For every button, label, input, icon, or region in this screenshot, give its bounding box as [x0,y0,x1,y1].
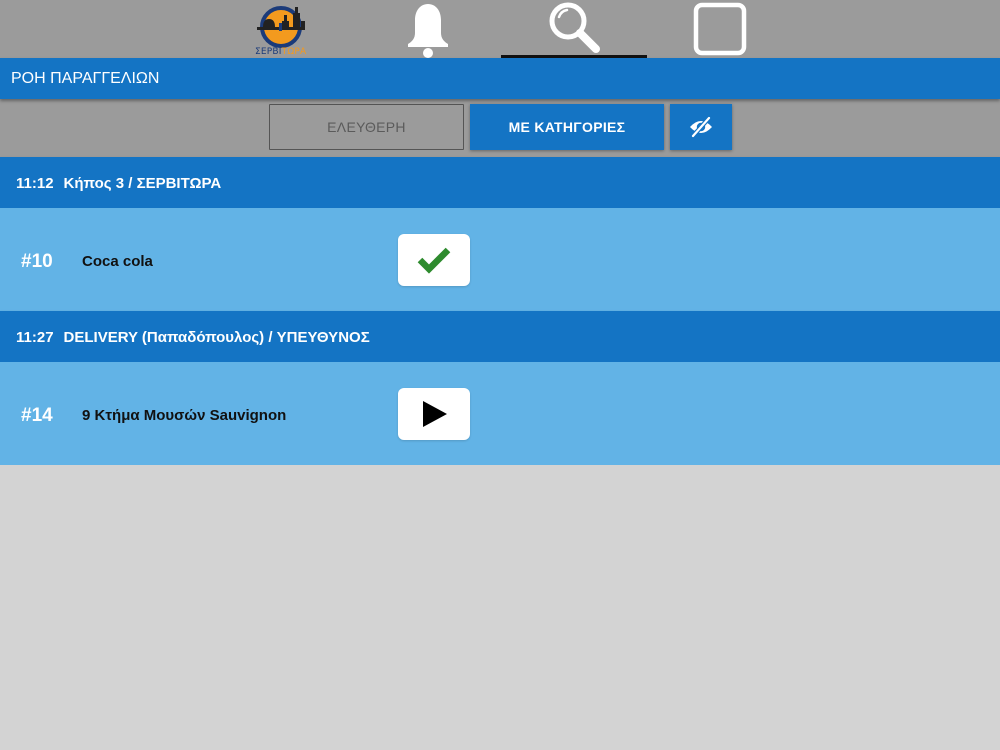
item-name: 9 Κτήμα Μουσών Sauvignon [82,407,287,424]
order-item: #14 9 Κτήμα Μουσών Sauvignon [0,362,1000,465]
hide-done-button[interactable] [670,104,732,150]
logo-icon [257,6,305,48]
title-bar: ΡΟΗ ΠΑΡΑΓΓΕΛΙΩΝ [0,58,1000,99]
nav-notifications[interactable] [388,0,468,58]
filter-bar: ΕΛΕΥΘΕΡΗ ΜΕ ΚΑΤΗΓΟΡΙΕΣ [0,99,1000,157]
eye-slash-icon [690,116,712,138]
item-number: #14 [21,405,53,426]
free-filter-button[interactable]: ΕΛΕΥΘΕΡΗ [269,104,464,150]
orders-list: 11:12 Κήπος 3 / ΣΕΡΒΙΤΩΡΑ #10 Coca cola 1… [0,157,1000,465]
page-title: ΡΟΗ ΠΑΡΑΓΓΕΛΙΩΝ [11,70,160,87]
item-name: Coca cola [82,253,153,270]
search-icon [549,2,600,53]
item-done-button[interactable] [398,234,470,286]
top-nav: ΣΕΡΒΙΤΩΡΑ [0,0,1000,58]
order-header[interactable]: 11:12 Κήπος 3 / ΣΕΡΒΙΤΩΡΑ [0,157,1000,208]
square-icon [693,2,747,56]
nav-search[interactable] [501,0,647,58]
item-number: #10 [21,251,53,272]
order-header[interactable]: 11:27 DELIVERY (Παπαδόπουλος) / ΥΠΕΥΘΥΝΟΣ [0,311,1000,362]
app-logo: ΣΕΡΒΙΤΩΡΑ [240,0,322,58]
item-start-button[interactable] [398,388,470,440]
order-time: 11:12 [16,175,54,192]
order-time: 11:27 [16,329,54,346]
order-title: DELIVERY (Παπαδόπουλος) / ΥΠΕΥΘΥΝΟΣ [63,329,370,346]
order-header-text: 11:12 Κήπος 3 / ΣΕΡΒΙΤΩΡΑ [16,175,221,192]
category-filter-button[interactable]: ΜΕ ΚΑΤΗΓΟΡΙΕΣ [470,104,664,150]
logo-mark: ΣΕΡΒΙΤΩΡΑ [251,1,311,57]
order-header-text: 11:27 DELIVERY (Παπαδόπουλος) / ΥΠΕΥΘΥΝΟΣ [16,329,370,346]
nav-select-all[interactable] [680,0,760,58]
logo-text: ΣΕΡΒΙΤΩΡΑ [255,47,307,57]
bell-icon [408,4,448,58]
order-title: Κήπος 3 / ΣΕΡΒΙΤΩΡΑ [63,175,222,192]
play-icon [423,401,447,427]
order-item: #10 Coca cola [0,208,1000,311]
check-icon [417,247,451,274]
